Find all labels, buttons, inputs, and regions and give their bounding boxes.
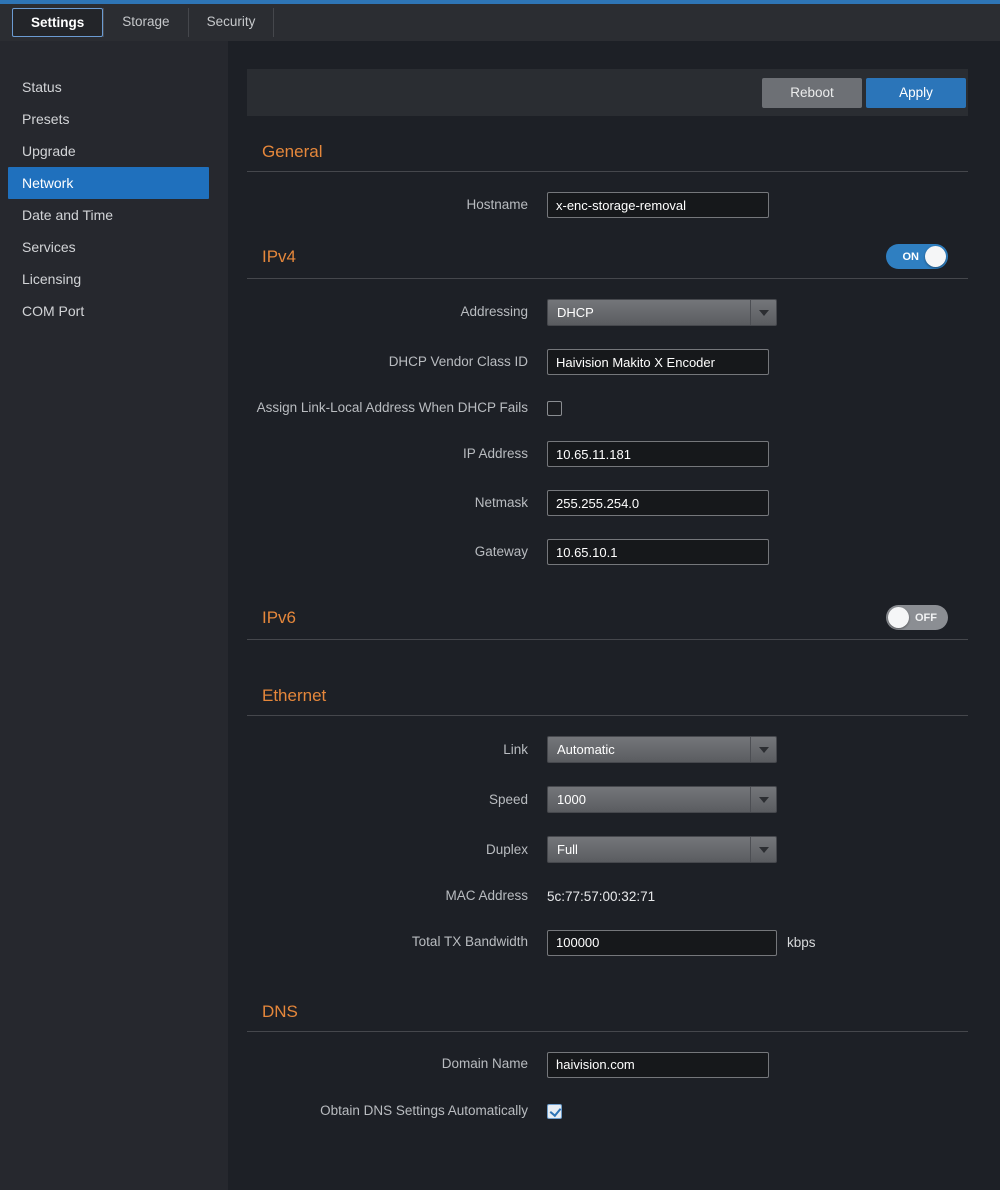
sidebar-item-status[interactable]: Status (0, 71, 228, 103)
toggle-off-label: OFF (915, 612, 937, 624)
section-general: General Hostname (247, 142, 968, 218)
mac-address-label: MAC Address (247, 886, 528, 906)
ip-address-input[interactable] (547, 441, 769, 467)
obtain-dns-checkbox[interactable] (547, 1104, 562, 1119)
link-select[interactable]: Automatic (547, 736, 777, 763)
toggle-knob (925, 246, 946, 267)
domain-name-input[interactable] (547, 1052, 769, 1078)
tab-settings[interactable]: Settings (12, 8, 103, 37)
speed-select[interactable]: 1000 (547, 786, 777, 813)
section-title-general: General (262, 142, 322, 162)
sidebar-item-date-and-time[interactable]: Date and Time (0, 199, 228, 231)
chevron-down-icon (750, 300, 776, 325)
chevron-down-icon (750, 787, 776, 812)
addressing-select[interactable]: DHCP (547, 299, 777, 326)
chevron-down-icon (750, 837, 776, 862)
ipv4-toggle[interactable]: ON (886, 244, 948, 269)
hostname-label: Hostname (247, 195, 528, 215)
reboot-button[interactable]: Reboot (762, 78, 862, 108)
ipv6-toggle[interactable]: OFF (886, 605, 948, 630)
addressing-label: Addressing (247, 302, 528, 322)
mac-address-value: 5c:77:57:00:32:71 (547, 889, 655, 904)
section-dns: DNS Domain Name Obtain DNS Settings Auto… (247, 1002, 968, 1121)
section-ethernet: Ethernet Link Automatic Speed 1000 (247, 686, 968, 955)
action-toolbar: Reboot Apply (247, 69, 968, 116)
tab-security[interactable]: Security (189, 8, 275, 37)
netmask-label: Netmask (247, 493, 528, 513)
section-title-ipv6: IPv6 (262, 608, 296, 628)
total-tx-bandwidth-label: Total TX Bandwidth (247, 932, 528, 952)
speed-selected-value: 1000 (548, 792, 750, 807)
duplex-label: Duplex (247, 840, 528, 860)
section-divider (247, 639, 968, 640)
link-local-label: Assign Link-Local Address When DHCP Fail… (247, 398, 528, 418)
network-settings-page: Reboot Apply General Hostname IPv4 ON (228, 41, 1000, 1190)
dhcp-vendor-class-id-label: DHCP Vendor Class ID (247, 352, 528, 372)
sidebar-item-upgrade[interactable]: Upgrade (0, 135, 228, 167)
dhcp-vendor-class-id-input[interactable] (547, 349, 769, 375)
settings-sidebar: Status Presets Upgrade Network Date and … (0, 41, 228, 1190)
sidebar-item-network[interactable]: Network (8, 167, 209, 199)
gateway-label: Gateway (247, 542, 528, 562)
section-title-ipv4: IPv4 (262, 247, 296, 267)
netmask-input[interactable] (547, 490, 769, 516)
main-tab-bar: Settings Storage Security (0, 4, 1000, 41)
gateway-input[interactable] (547, 539, 769, 565)
chevron-down-icon (750, 737, 776, 762)
toggle-knob (888, 607, 909, 628)
tab-storage[interactable]: Storage (103, 8, 188, 37)
duplex-selected-value: Full (548, 842, 750, 857)
speed-label: Speed (247, 790, 528, 810)
duplex-select[interactable]: Full (547, 836, 777, 863)
section-title-dns: DNS (262, 1002, 298, 1022)
apply-button[interactable]: Apply (866, 78, 966, 108)
section-ipv4: IPv4 ON Addressing DHCP DHCP Vendor Clas… (247, 244, 968, 565)
sidebar-item-com-port[interactable]: COM Port (0, 295, 228, 327)
domain-name-label: Domain Name (247, 1054, 528, 1074)
bandwidth-unit-label: kbps (787, 935, 816, 950)
link-selected-value: Automatic (548, 742, 750, 757)
link-label: Link (247, 740, 528, 760)
total-tx-bandwidth-input[interactable] (547, 930, 777, 956)
toggle-on-label: ON (903, 251, 920, 263)
hostname-input[interactable] (547, 192, 769, 218)
obtain-dns-label: Obtain DNS Settings Automatically (247, 1101, 528, 1121)
link-local-checkbox[interactable] (547, 401, 562, 416)
sidebar-item-licensing[interactable]: Licensing (0, 263, 228, 295)
section-ipv6: IPv6 OFF (247, 605, 968, 640)
addressing-selected-value: DHCP (548, 305, 750, 320)
ip-address-label: IP Address (247, 444, 528, 464)
sidebar-item-services[interactable]: Services (0, 231, 228, 263)
section-title-ethernet: Ethernet (262, 686, 326, 706)
sidebar-item-presets[interactable]: Presets (0, 103, 228, 135)
